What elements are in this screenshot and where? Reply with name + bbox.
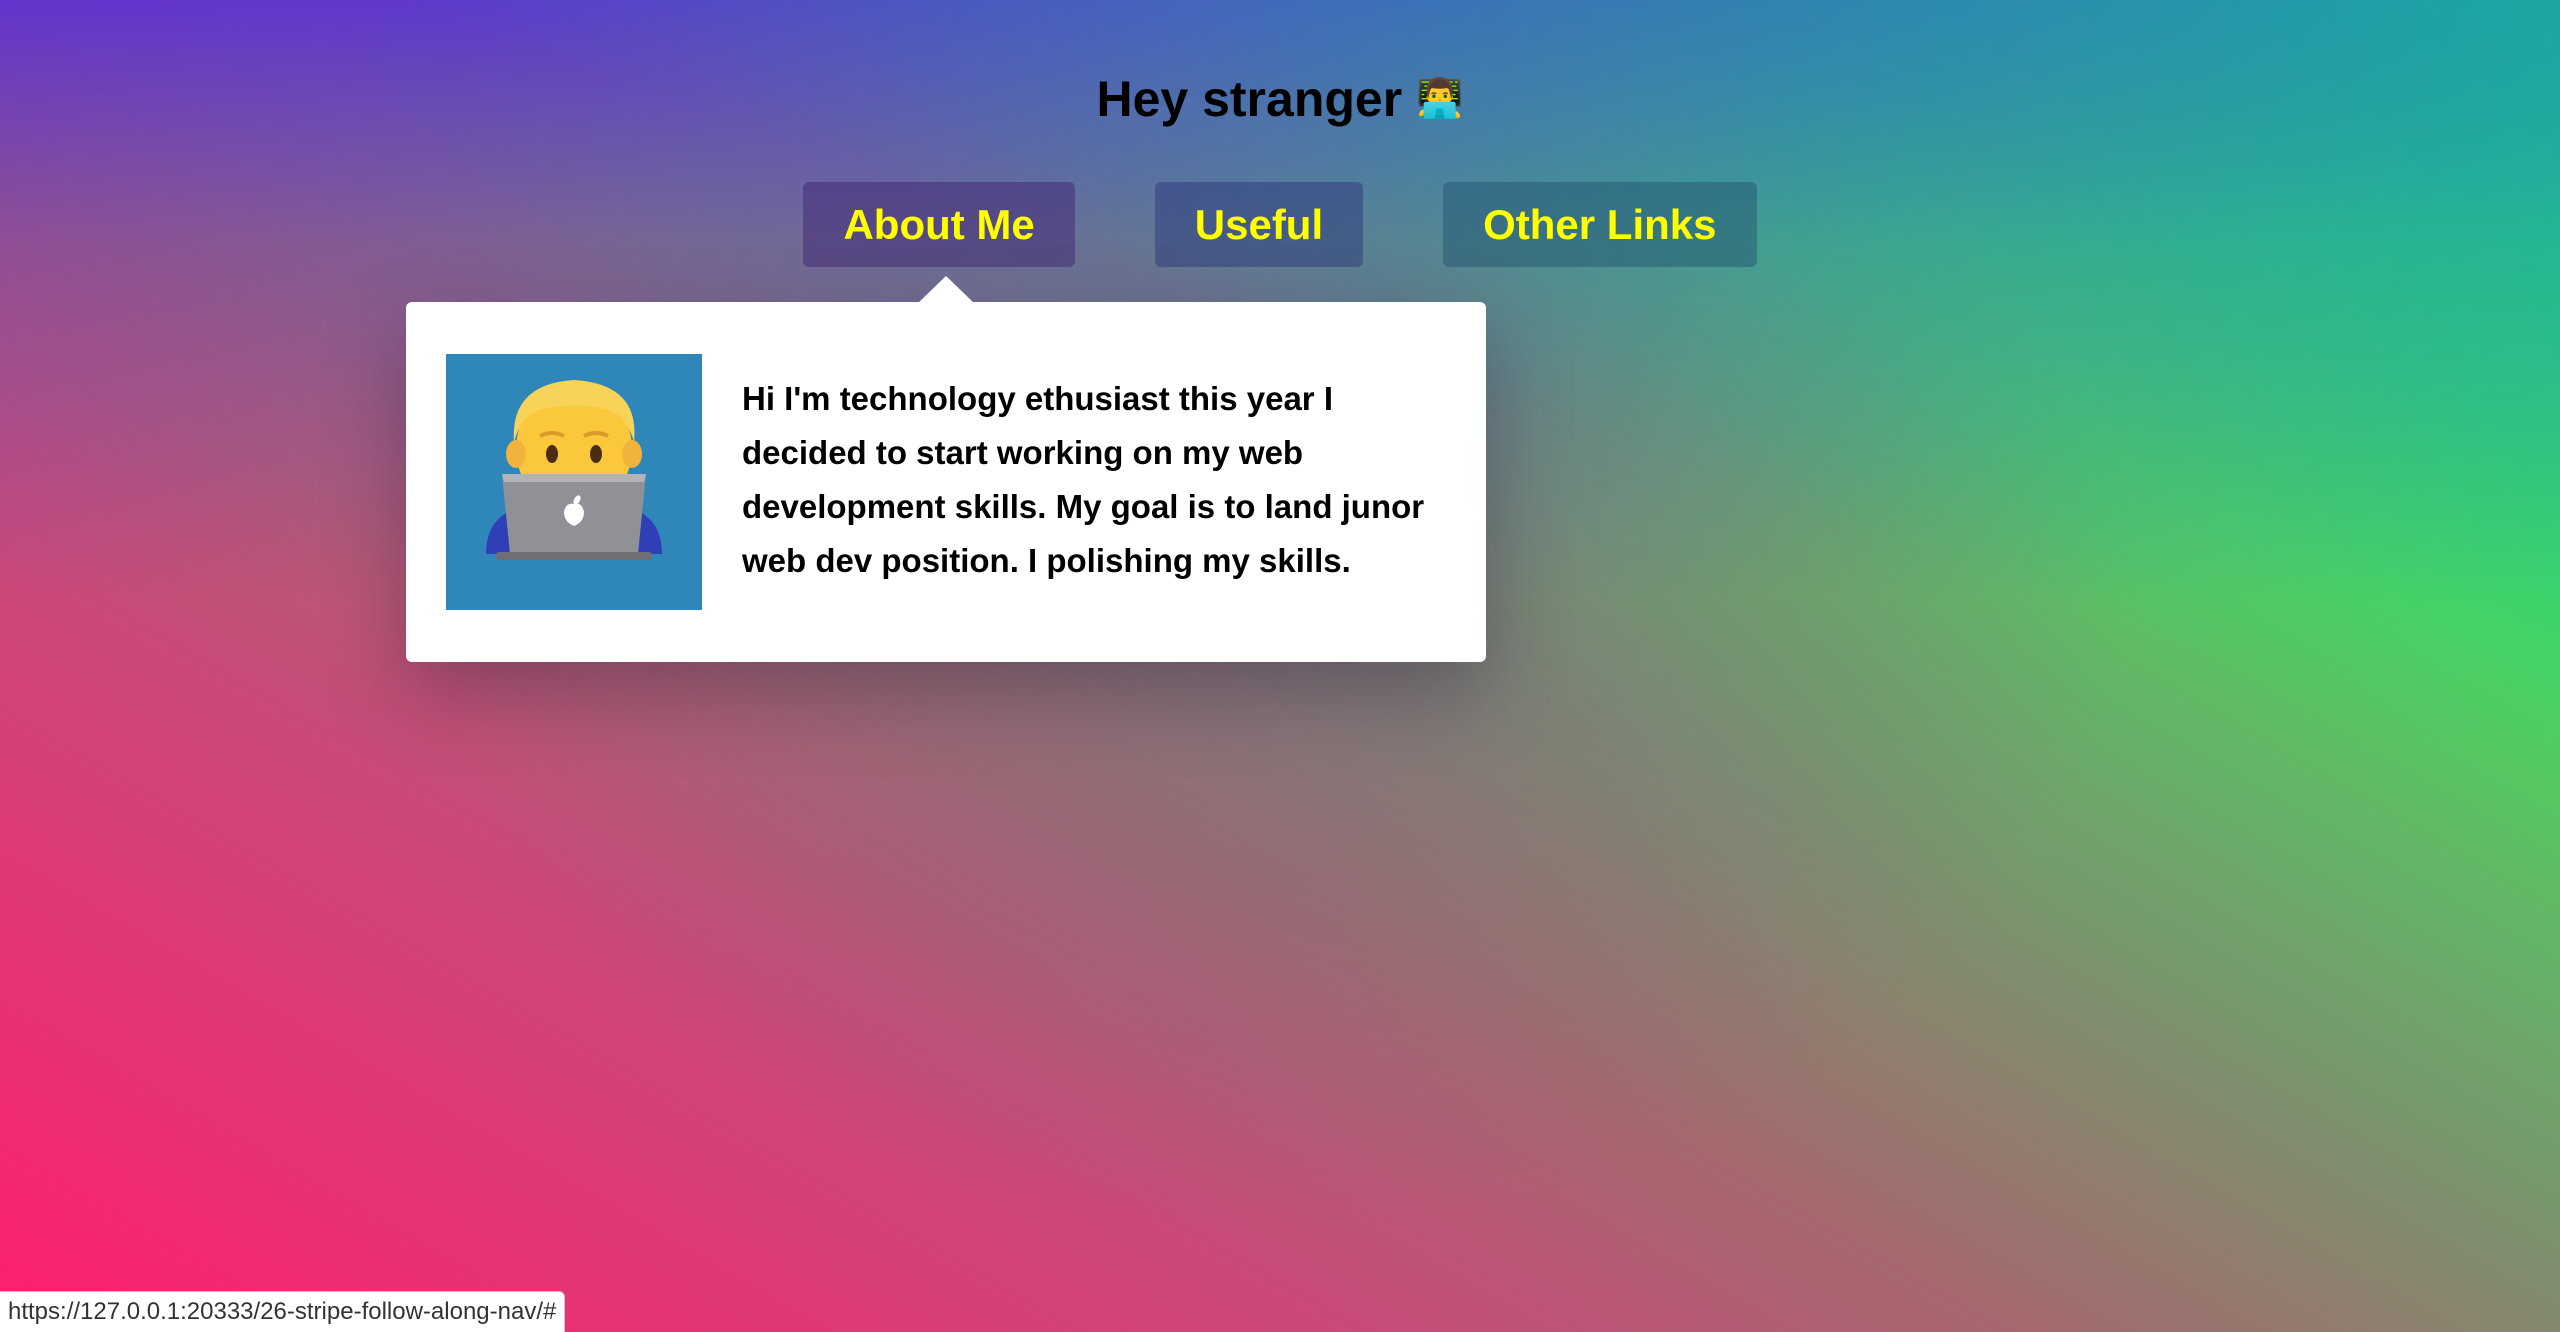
nav-item-about-me[interactable]: About Me [803, 182, 1075, 267]
technologist-avatar-icon [446, 354, 702, 610]
dropdown-arrow [918, 276, 974, 303]
about-me-dropdown: Hi I'm technology ethusiast this year I … [406, 276, 1486, 662]
nav-item-label: About Me [843, 200, 1035, 248]
page-title-text: Hey stranger [1096, 70, 1403, 127]
nav-item-useful[interactable]: Useful [1154, 182, 1364, 267]
page-title: Hey stranger 👨‍💻 [0, 70, 2560, 128]
nav-item-label: Other Links [1483, 200, 1717, 248]
technologist-icon: 👨‍💻 [1416, 76, 1464, 120]
bio-text: Hi I'm technology ethusiast this year I … [742, 380, 1425, 579]
top-nav: About Me Useful Other Links [0, 182, 2560, 267]
nav-item-other-links[interactable]: Other Links [1443, 182, 1757, 267]
status-bar-url: https://127.0.0.1:20333/26-stripe-follow… [0, 1291, 566, 1332]
nav-item-label: Useful [1194, 200, 1324, 248]
